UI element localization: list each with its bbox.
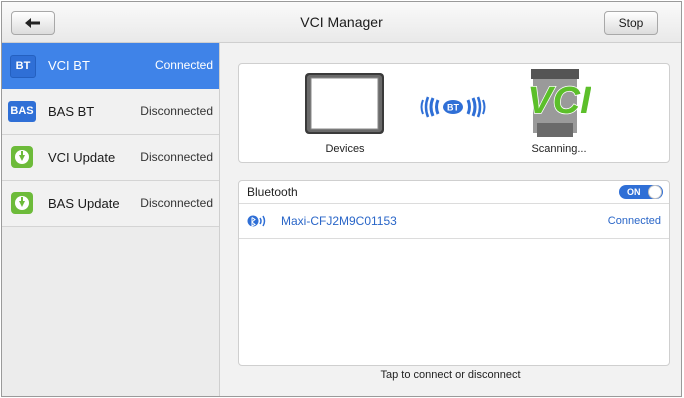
toggle-label: ON: [627, 187, 641, 197]
device-status: Connected: [607, 215, 661, 227]
top-bar: VCI Manager Stop: [2, 2, 681, 43]
sidebar-item-bas-update[interactable]: BAS Update Disconnected: [2, 181, 219, 227]
sidebar-item-label: VCI BT: [48, 58, 90, 73]
sidebar: BT VCI BT Connected BAS BAS BT Disconnec…: [2, 43, 220, 396]
connect-hint: Tap to connect or disconnect: [380, 369, 521, 381]
vci-manager-window: VCI Manager Stop BT VCI BT Connected BAS…: [1, 1, 682, 397]
tablet-icon: [305, 73, 384, 134]
bluetooth-device-row[interactable]: Maxi-CFJ2M9C01153 Connected: [239, 204, 669, 239]
toggle-knob: [648, 185, 662, 199]
bluetooth-signal-icon: BT: [420, 96, 486, 118]
connection-status: Connected: [154, 58, 213, 72]
device-connection-panel: Devices BT VCI Scanning...: [238, 63, 670, 163]
scanning-status: Scanning...: [531, 143, 587, 155]
bt-badge-icon: BT: [10, 55, 36, 78]
download-icon: [11, 146, 33, 168]
sidebar-item-label: VCI Update: [48, 150, 116, 165]
bluetooth-title: Bluetooth: [247, 185, 298, 199]
bas-badge-icon: BAS: [8, 101, 36, 122]
sidebar-item-vci-update[interactable]: VCI Update Disconnected: [2, 135, 219, 181]
sidebar-item-label: BAS Update: [48, 196, 120, 211]
vci-logo: VCI: [527, 80, 591, 122]
connection-status: Disconnected: [140, 104, 213, 118]
connection-status: Disconnected: [140, 196, 213, 210]
bt-signal-badge: BT: [447, 103, 459, 113]
sidebar-item-bas-bt[interactable]: BAS BAS BT Disconnected: [2, 89, 219, 135]
device-name: Maxi-CFJ2M9C01153: [281, 214, 397, 228]
devices-label: Devices: [325, 143, 365, 155]
sidebar-item-label: BAS BT: [48, 104, 95, 119]
sidebar-item-vci-bt[interactable]: BT VCI BT Connected: [2, 43, 219, 89]
bluetooth-toggle[interactable]: ON: [619, 185, 663, 199]
bluetooth-panel: Bluetooth ON Maxi-CFJ2M9C01153 Connected: [238, 180, 670, 366]
connection-status: Disconnected: [140, 150, 213, 164]
page-title: VCI Manager: [300, 14, 383, 30]
stop-button[interactable]: Stop: [604, 11, 658, 35]
download-icon: [11, 192, 33, 214]
bluetooth-device-icon: [247, 215, 266, 227]
vci-device-icon: VCI: [527, 69, 591, 137]
bluetooth-header: Bluetooth ON: [239, 181, 669, 204]
